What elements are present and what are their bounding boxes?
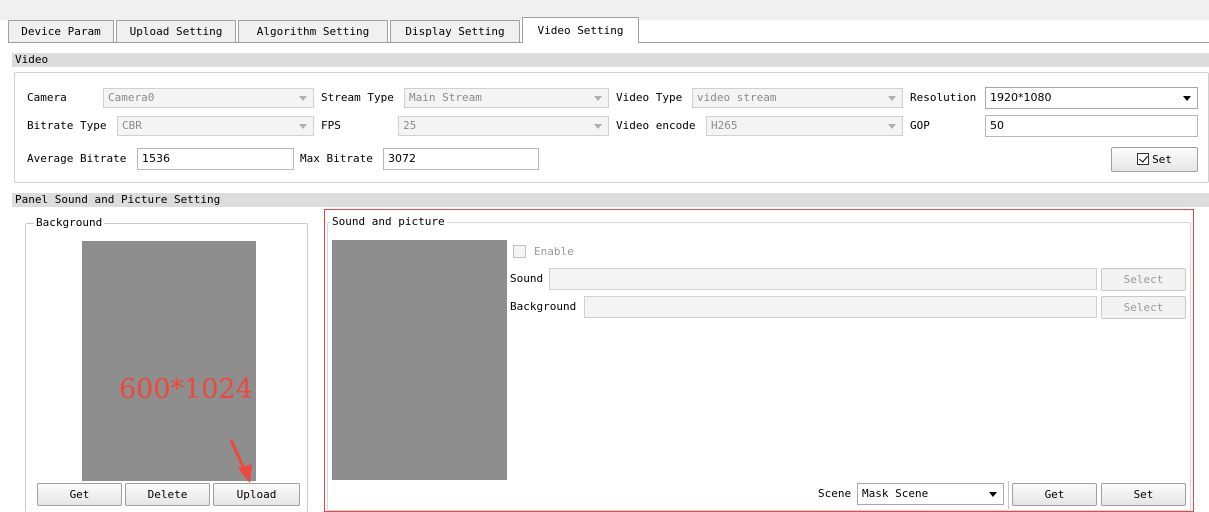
chevron-down-icon	[989, 492, 997, 497]
enable-checkbox	[513, 245, 526, 258]
fps-label: FPS	[321, 119, 341, 132]
scene-get-button[interactable]: Get	[1012, 483, 1097, 506]
scene-set-button[interactable]: Set	[1101, 483, 1186, 506]
checkmark-icon	[1137, 153, 1150, 165]
sound-select-button: Select	[1101, 268, 1186, 291]
resolution-select[interactable]: 1920*1080	[985, 87, 1198, 109]
chevron-down-icon	[299, 124, 307, 129]
background-upload-button[interactable]: Upload	[213, 483, 300, 506]
video-type-label: Video Type	[616, 91, 683, 104]
average-bitrate-label: Average Bitrate	[27, 152, 127, 165]
background-size-text: 600*1024	[119, 374, 253, 405]
sound-picture-preview	[332, 240, 507, 480]
video-section-title: Video	[12, 53, 1209, 67]
sound-input	[549, 268, 1097, 290]
video-encode-label: Video encode	[616, 119, 696, 132]
chevron-down-icon	[299, 96, 307, 101]
chevron-down-icon	[594, 96, 602, 101]
average-bitrate-input[interactable]: 1536	[137, 148, 294, 170]
enable-label: Enable	[534, 245, 574, 258]
max-bitrate-label: Max Bitrate	[300, 152, 373, 165]
tab-upload-setting[interactable]: Upload Setting	[116, 20, 236, 42]
gop-label: GOP	[910, 119, 930, 132]
bitrate-type-select: CBR	[117, 116, 314, 136]
chevron-down-icon	[1183, 96, 1191, 101]
chevron-down-icon	[888, 96, 896, 101]
video-encode-select: H265	[706, 116, 903, 136]
fps-select: 25	[398, 116, 609, 136]
tab-display-setting[interactable]: Display Setting	[390, 20, 520, 42]
tab-algorithm-setting[interactable]: Algorithm Setting	[238, 20, 388, 42]
camera-label: Camera	[27, 91, 67, 104]
stream-type-label: Stream Type	[321, 91, 394, 104]
video-set-button[interactable]: Set	[1111, 147, 1198, 172]
chevron-down-icon	[888, 124, 896, 129]
tab-video-setting[interactable]: Video Setting	[522, 17, 639, 43]
stream-type-select: Main Stream	[404, 88, 609, 108]
arrow-down-icon	[229, 439, 252, 483]
video-type-select: video stream	[692, 88, 903, 108]
background-delete-button[interactable]: Delete	[125, 483, 210, 506]
background-get-button[interactable]: Get	[37, 483, 122, 506]
chevron-down-icon	[594, 124, 602, 129]
max-bitrate-input[interactable]: 3072	[383, 148, 539, 170]
scene-label: Scene	[818, 487, 852, 500]
scene-select[interactable]: Mask Scene	[857, 483, 1004, 505]
resolution-label: Resolution	[910, 91, 977, 104]
scene-divider	[1008, 481, 1009, 509]
camera-select: Camera0	[103, 88, 314, 108]
tab-device-param[interactable]: Device Param	[8, 20, 114, 42]
sound-label: Sound	[510, 272, 544, 285]
bitrate-type-label: Bitrate Type	[27, 119, 107, 132]
background-file-input	[584, 296, 1097, 318]
background-select-button: Select	[1101, 296, 1186, 319]
background-file-label: Background	[510, 300, 577, 313]
panel-section-title: Panel Sound and Picture Setting	[12, 193, 1209, 207]
gop-input[interactable]: 50	[985, 115, 1198, 137]
sound-picture-group-title: Sound and picture	[330, 215, 447, 229]
background-group-title: Background	[34, 216, 105, 230]
